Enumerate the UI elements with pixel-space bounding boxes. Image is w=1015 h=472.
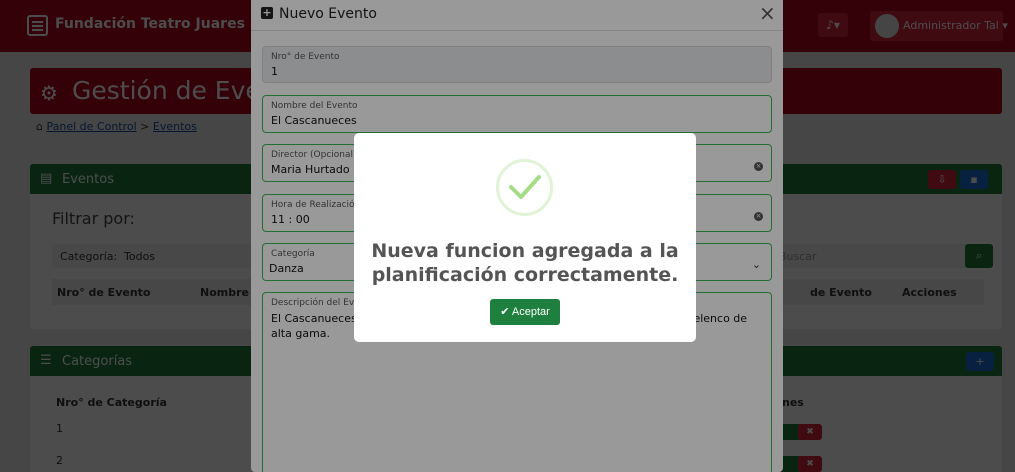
accept-button[interactable]: ✔ Aceptar: [490, 299, 560, 325]
success-alert: Nueva funcion agregada a la planificació…: [354, 133, 696, 342]
check-icon: ✔: [500, 306, 510, 318]
check-mark: [509, 175, 541, 199]
success-check-icon: [496, 159, 553, 216]
accept-button-label: Aceptar: [511, 306, 550, 318]
alert-message: Nueva funcion agregada a la planificació…: [371, 240, 679, 286]
